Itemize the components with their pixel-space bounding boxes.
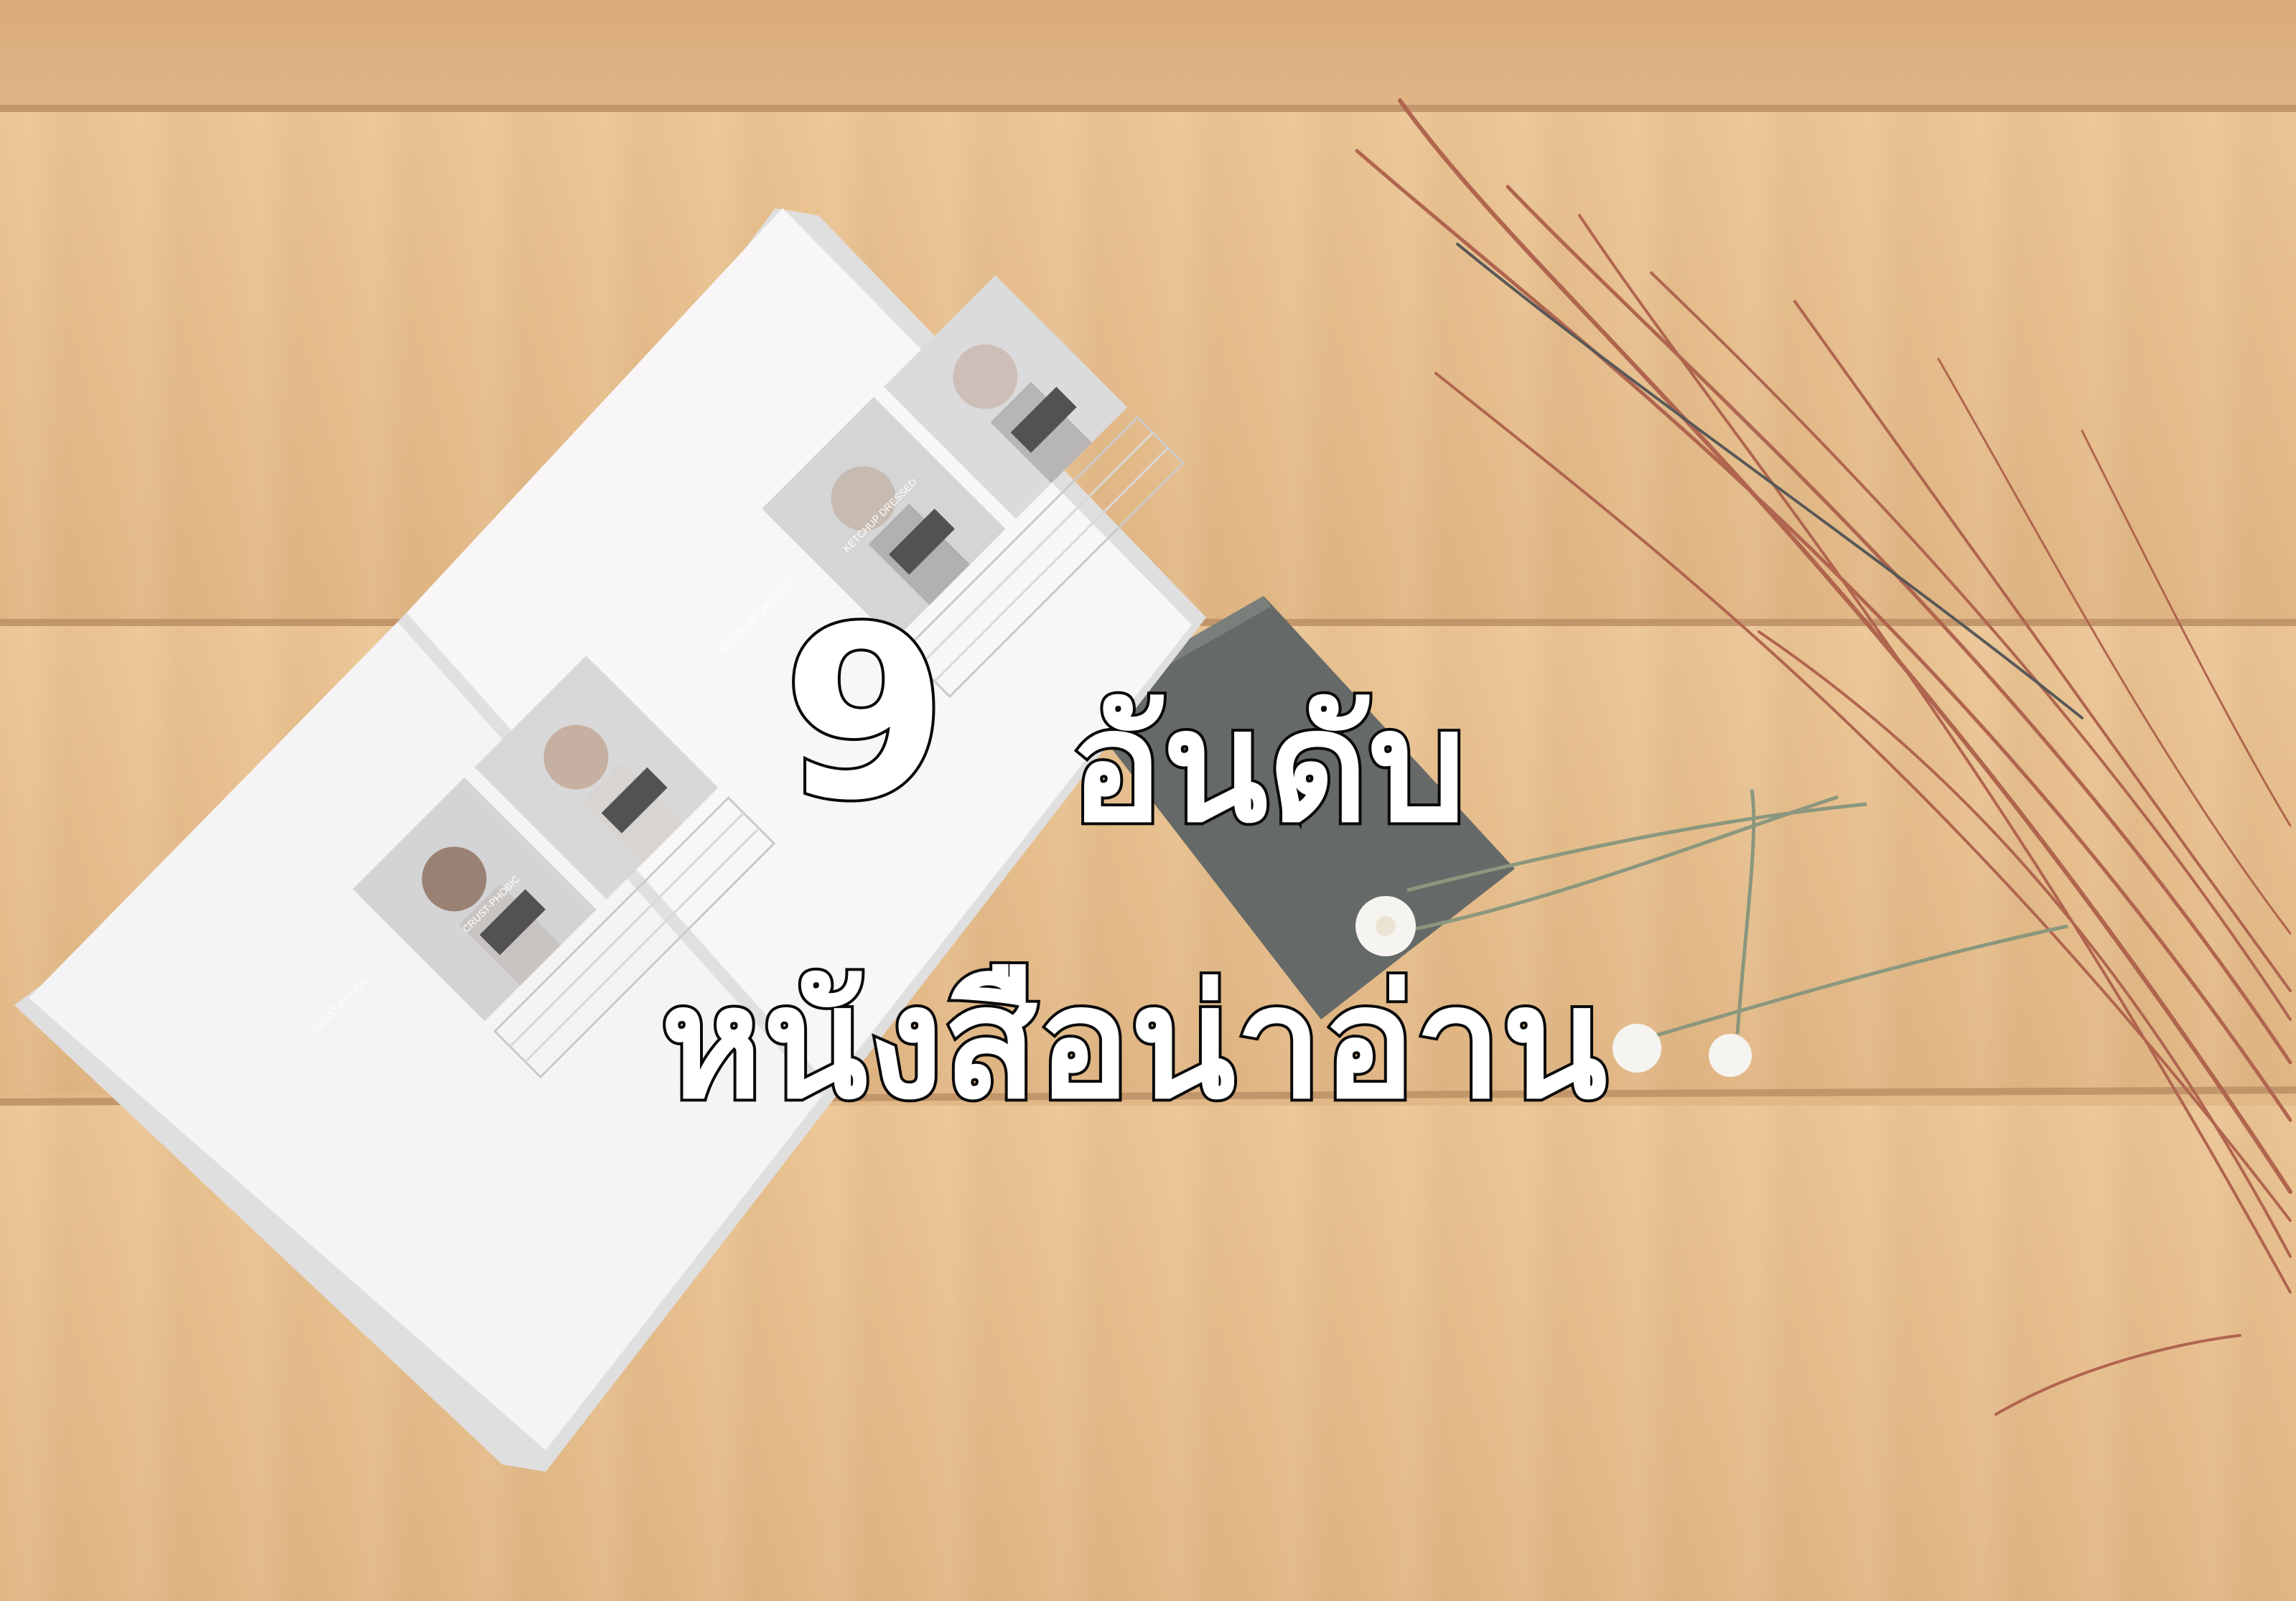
photo-scene: 9 อันดับ หนังสือน่าอ่าน CRUST-PHOBIC CRU…: [0, 0, 2296, 1601]
dried-twigs: [1355, 98, 2292, 1416]
title-number: 9: [780, 577, 951, 852]
open-book: [14, 208, 1206, 1472]
subtitle: หนังสือน่าอ่าน: [658, 953, 1610, 1133]
title-word: อันดับ: [1067, 676, 1469, 856]
